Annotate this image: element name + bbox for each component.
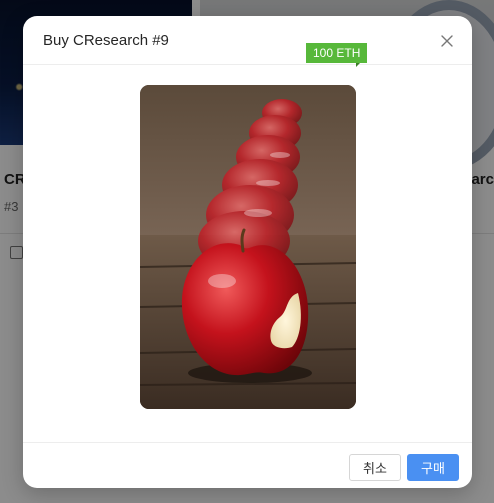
price-badge-fold — [356, 63, 360, 67]
nft-image — [140, 85, 356, 409]
modal-header: Buy CResearch #9 — [23, 16, 472, 65]
buy-modal: Buy CResearch #9 100 ETH 취소 구매 — [23, 16, 472, 488]
modal-title: Buy CResearch #9 — [43, 32, 169, 49]
buy-button[interactable]: 구매 — [407, 454, 459, 481]
modal-body — [23, 65, 472, 442]
modal-footer: 취소 구매 — [23, 442, 472, 488]
cancel-button[interactable]: 취소 — [349, 454, 401, 481]
close-button[interactable] — [436, 30, 458, 52]
close-icon — [441, 35, 453, 47]
price-badge: 100 ETH — [306, 43, 368, 63]
apples-artwork — [140, 85, 356, 409]
